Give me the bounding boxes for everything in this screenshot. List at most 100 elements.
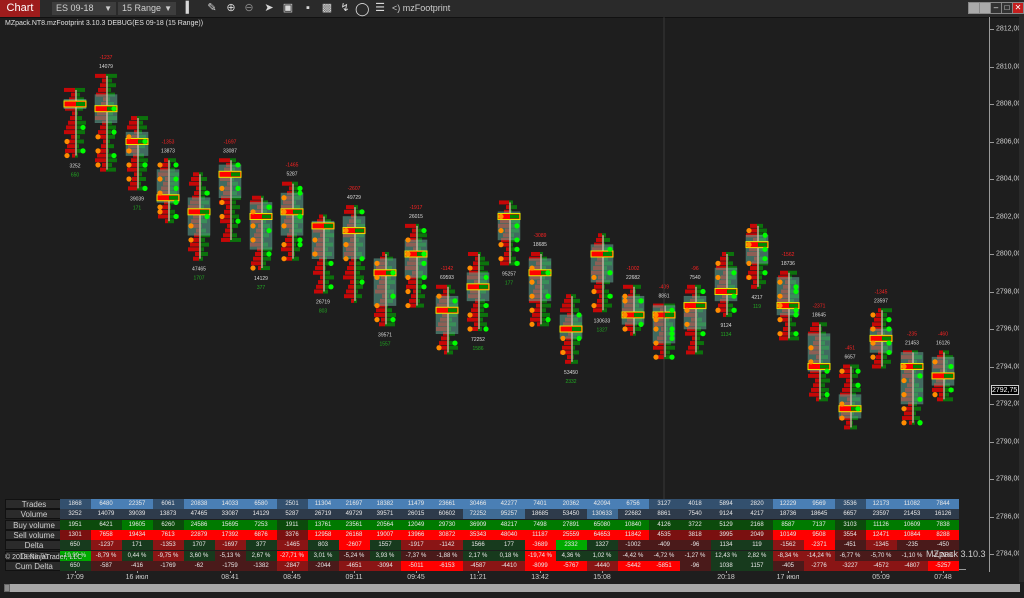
- footprint-bar[interactable]: -3089 18685: [528, 233, 552, 327]
- buy-imbalance-dot: [452, 298, 458, 304]
- bid-volume-bar: [411, 294, 416, 299]
- footprint-bar[interactable]: 53450 2332: [559, 294, 583, 385]
- footprint-bar[interactable]: 9124 1134: [714, 252, 738, 338]
- data-box-icon[interactable]: ▪: [301, 1, 315, 16]
- bid-volume-bar: [317, 261, 323, 266]
- bid-volume-bar: [193, 172, 199, 177]
- pencil-icon[interactable]: ✎: [205, 1, 219, 16]
- stats-cell-trades: 11304: [307, 499, 339, 509]
- last-price-marker: 2792,75: [991, 384, 1019, 395]
- chart-tab[interactable]: Chart: [0, 0, 40, 17]
- indicator-circle-icon[interactable]: ◯: [355, 1, 370, 16]
- zoom-out-icon[interactable]: ⊖: [242, 1, 256, 16]
- stats-cell-delta: -451: [834, 540, 866, 551]
- drawing-tools-icon[interactable]: ↯: [338, 1, 352, 16]
- poc-ask-part: [727, 289, 736, 294]
- buy-imbalance-dot: [855, 382, 861, 388]
- close-icon[interactable]: ✕: [1012, 2, 1024, 14]
- horizontal-scrollbar[interactable]: [4, 584, 1020, 592]
- bid-volume-bar: [313, 270, 323, 275]
- bar-delta-label: -451: [845, 346, 855, 352]
- stats-cell-delta-pct: -8,34 %: [772, 550, 804, 561]
- buy-imbalance-dot: [390, 293, 396, 299]
- footprint-bar[interactable]: -1237 14079: [94, 55, 118, 172]
- footprint-bar[interactable]: -1142 69593: [435, 266, 459, 355]
- sell-imbalance-dot: [250, 209, 256, 215]
- snapshot-icon[interactable]: ▣: [281, 1, 295, 16]
- footprint-bar[interactable]: 14129 377: [249, 195, 273, 291]
- footprint-bar[interactable]: -235 21453: [900, 331, 924, 426]
- stats-cell-delta: 1557: [369, 540, 401, 551]
- bar-volume-label: 18736: [781, 261, 795, 267]
- bid-volume-bar: [347, 266, 354, 271]
- time-label: 15:08: [593, 574, 611, 581]
- bid-volume-bar: [500, 261, 509, 266]
- scrollbar-thumb[interactable]: [4, 584, 10, 592]
- stats-cell-buy-volume: 29730: [431, 519, 463, 530]
- buy-imbalance-dot: [142, 185, 148, 191]
- buy-imbalance-dot: [576, 335, 582, 341]
- sell-imbalance-dot: [622, 293, 628, 299]
- strategies-icon[interactable]: ▩: [320, 1, 334, 16]
- buy-imbalance-dot: [545, 293, 551, 299]
- instrument-selector[interactable]: ES 09-18 ▼: [52, 2, 116, 15]
- sell-imbalance-dot: [901, 406, 907, 412]
- footprint-bar[interactable]: -1345 23597: [869, 289, 893, 369]
- pointer-icon[interactable]: ➤: [262, 1, 276, 16]
- bid-volume-bar: [506, 205, 509, 210]
- footprint-bar[interactable]: 130633 1327: [590, 233, 614, 333]
- indicator-label[interactable]: <) mzFootprint: [392, 2, 450, 15]
- bid-volume-bar: [564, 341, 571, 346]
- footprint-bar[interactable]: -96 7540: [683, 266, 707, 355]
- footprint-bar[interactable]: 39571 1557: [373, 252, 397, 347]
- poc-ask-part: [603, 252, 612, 256]
- stats-cell-buy-volume: 4126: [648, 519, 680, 530]
- bar-type-icon[interactable]: ▍: [183, 1, 197, 16]
- footprint-bar[interactable]: 3252 650: [63, 87, 87, 179]
- bid-volume-bar: [443, 289, 447, 294]
- watermark: MZpack 3.10.3: [926, 549, 986, 559]
- stats-cell-trades: 2501: [276, 499, 308, 509]
- zoom-in-icon[interactable]: ⊕: [224, 1, 238, 16]
- footprint-bar[interactable]: -1353 13873: [156, 139, 180, 224]
- bid-volume-bar: [72, 111, 75, 116]
- buy-imbalance-dot: [607, 270, 613, 276]
- footprint-bar[interactable]: 26719 803: [311, 214, 335, 315]
- footprint-bar[interactable]: -2607 49729: [342, 186, 366, 303]
- interval-value: 15 Range: [122, 3, 162, 13]
- stats-row-label: Cum Delta: [5, 560, 63, 571]
- footprint-bar[interactable]: 39039 171: [125, 116, 149, 211]
- stats-cell-delta-pct: -19,74 %: [524, 550, 556, 561]
- footprint-bar[interactable]: -1465 5287: [280, 163, 304, 262]
- poc-ask-part: [789, 303, 798, 308]
- bar-delta-label: 1557: [379, 341, 390, 347]
- sell-imbalance-dot: [746, 242, 752, 248]
- footprint-bar[interactable]: -451 6657: [838, 346, 862, 430]
- sell-imbalance-dot: [126, 176, 132, 182]
- footprint-bar[interactable]: -460 16126: [931, 331, 955, 402]
- footprint-bar[interactable]: -2371 18645: [807, 303, 831, 402]
- buy-imbalance-dot: [173, 185, 179, 191]
- footprint-bar[interactable]: -1002 22682: [621, 266, 645, 336]
- bid-volume-bar: [439, 341, 447, 346]
- footprint-bar[interactable]: -1697 33087: [218, 139, 242, 242]
- properties-list-icon[interactable]: ☰: [373, 1, 387, 16]
- bar-delta-label: 119: [753, 304, 761, 310]
- sell-imbalance-dot: [653, 340, 659, 346]
- bar-delta-label: -1353: [162, 139, 175, 145]
- bid-volume-bar: [630, 289, 633, 294]
- footprint-bar[interactable]: 47465 1707: [187, 172, 211, 282]
- price-tick: [990, 104, 994, 105]
- footprint-bar[interactable]: 95257 177: [497, 200, 521, 286]
- footprint-bar[interactable]: 72252 1586: [466, 252, 490, 352]
- poc-ask-part: [231, 172, 240, 177]
- buy-imbalance-dot: [483, 326, 489, 332]
- stats-cell-delta: -2371: [803, 540, 835, 551]
- footprint-bar[interactable]: 4217 119: [745, 223, 769, 310]
- stats-cell-volume: 3252: [59, 509, 91, 520]
- interval-selector[interactable]: 15 Range ▼: [118, 2, 176, 15]
- bid-volume-bar: [653, 345, 664, 350]
- footprint-bar[interactable]: -1917 26015: [404, 205, 428, 309]
- footprint-bar[interactable]: -1562 18736: [776, 252, 800, 341]
- bid-volume-bar: [753, 280, 757, 285]
